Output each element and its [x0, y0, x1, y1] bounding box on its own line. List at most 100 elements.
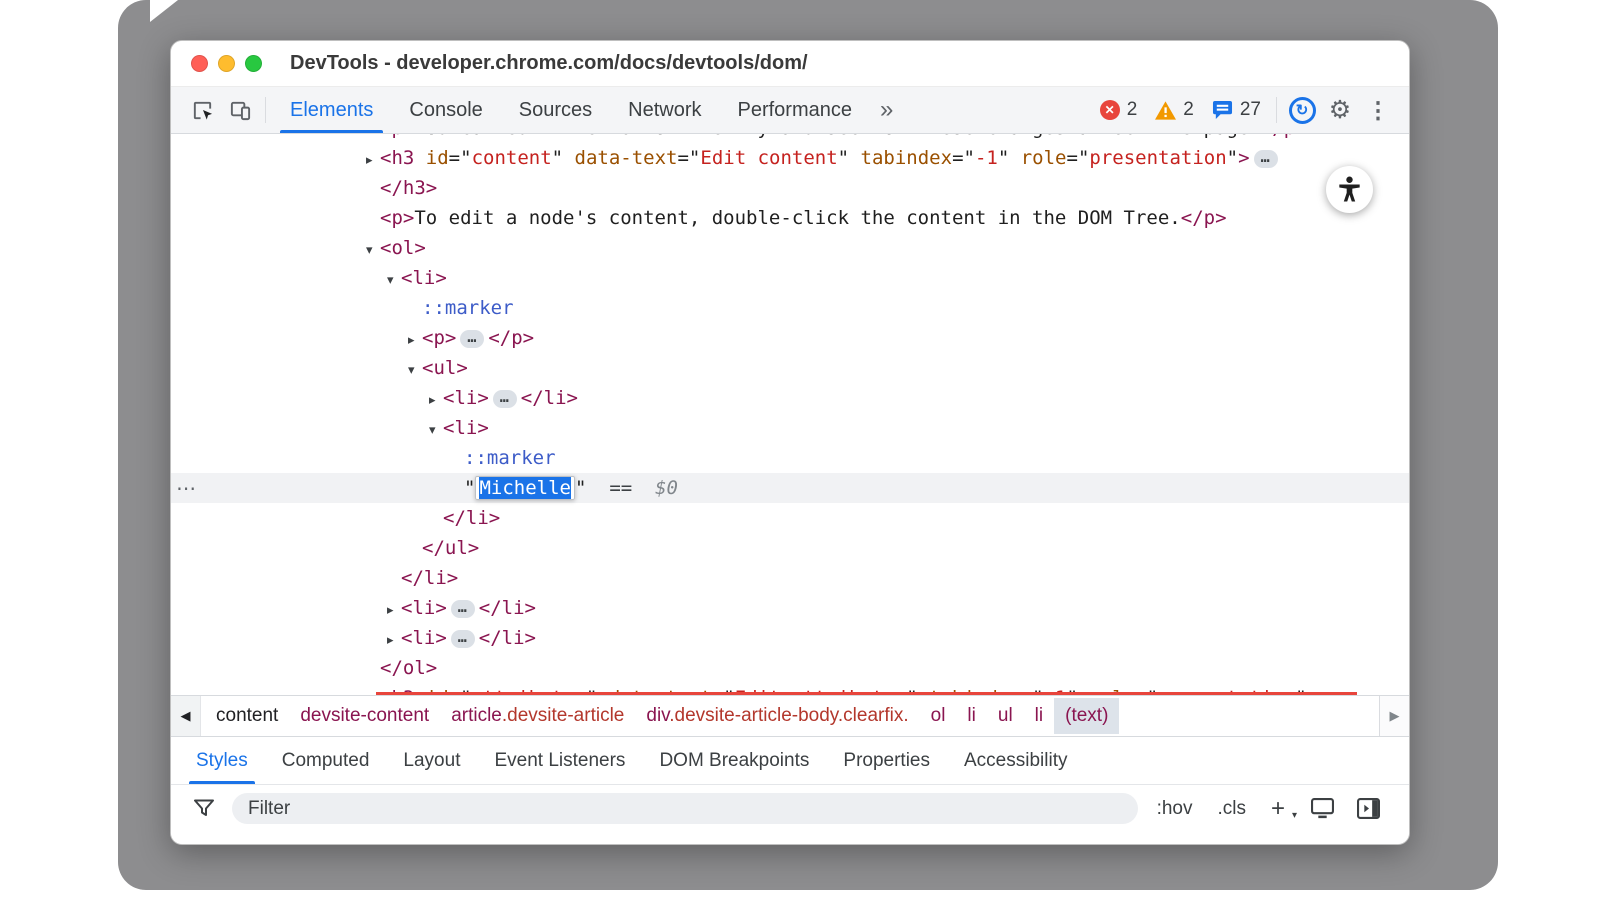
tab-layout[interactable]: Layout	[386, 737, 477, 784]
code-token: ="	[677, 147, 700, 169]
close-window-button[interactable]	[191, 55, 208, 72]
breadcrumb-scroll-left-icon[interactable]: ◀	[171, 696, 201, 736]
breadcrumb-item-div[interactable]: div.devsite-article-body.clearfix.	[635, 698, 919, 734]
code-token: "	[998, 147, 1021, 169]
breadcrumb-item-ol[interactable]: ol	[920, 698, 957, 734]
breadcrumb-item-li[interactable]: li	[956, 698, 986, 734]
dom-tree-node[interactable]: ::marker	[171, 293, 1409, 323]
dom-tree-node[interactable]: ▾<li>	[171, 413, 1409, 443]
collapsed-children-pill[interactable]: …	[451, 600, 475, 618]
toggle-device-toolbar-button[interactable]	[221, 87, 259, 133]
breadcrumb-text: li	[1035, 705, 1043, 726]
main-menu-button[interactable]: ⋮	[1359, 87, 1397, 133]
dom-tree-node[interactable]: ▾<ol>	[171, 233, 1409, 263]
breadcrumb-item-text-selected[interactable]: (text)	[1054, 698, 1119, 734]
error-count-badge[interactable]: ✕ 2	[1091, 87, 1147, 133]
expand-arrow-icon[interactable]: ▸	[408, 326, 422, 356]
dom-tree-node[interactable]: </li>	[171, 563, 1409, 593]
element-classes-button[interactable]: .cls	[1211, 798, 1252, 820]
collapsed-children-pill[interactable]: …	[1254, 150, 1278, 168]
breadcrumb-scroll-right-icon[interactable]: ▶	[1379, 696, 1409, 736]
tab-performance[interactable]: Performance	[720, 87, 871, 133]
expand-arrow-icon[interactable]: ▸	[387, 596, 401, 626]
code-token: <p>	[380, 134, 414, 139]
sync-button[interactable]: ↻	[1283, 87, 1321, 133]
code-token: >	[1238, 147, 1249, 169]
code-token: </li>	[443, 507, 500, 529]
code-token: "	[552, 147, 575, 169]
warning-icon	[1155, 101, 1176, 120]
dock-sidebar-button[interactable]	[1352, 798, 1385, 819]
collapse-arrow-icon[interactable]: ▾	[429, 416, 443, 446]
breadcrumb-item-article[interactable]: article.devsite-article	[440, 698, 635, 734]
dom-tree-node[interactable]: ▸<h3 id="content" data-text="Edit conten…	[171, 143, 1409, 173]
expand-arrow-icon[interactable]: ▸	[429, 386, 443, 416]
code-token: ::marker	[464, 447, 556, 469]
tab-styles[interactable]: Styles	[179, 737, 265, 784]
dom-tree-node[interactable]: ▸<li>…</li>	[171, 623, 1409, 653]
dom-tree-node[interactable]: <p>To edit a node's content, double-clic…	[171, 203, 1409, 233]
code-token: role	[1021, 147, 1067, 169]
tab-accessibility[interactable]: Accessibility	[947, 737, 1084, 784]
settings-button[interactable]: ⚙	[1321, 87, 1359, 133]
toggle-element-state-button[interactable]: :hov	[1151, 798, 1199, 820]
code-token: </ol>	[380, 657, 437, 679]
collapsed-children-pill[interactable]: …	[451, 630, 475, 648]
window-bottom-padding	[171, 832, 1409, 844]
tab-sources[interactable]: Sources	[501, 87, 610, 133]
dom-tree-node[interactable]: ▸<p>…</p>	[171, 323, 1409, 353]
minimize-window-button[interactable]	[218, 55, 235, 72]
collapse-arrow-icon[interactable]: ▾	[387, 266, 401, 296]
breadcrumb-item-ul[interactable]: ul	[987, 698, 1024, 734]
new-style-rule-button[interactable]: + ▾	[1265, 795, 1293, 823]
breadcrumb-item-li2[interactable]: li	[1024, 698, 1054, 734]
code-token: ="	[449, 147, 472, 169]
dom-tree-node[interactable]: </li>	[171, 503, 1409, 533]
dom-tree-node[interactable]: </h3>	[171, 173, 1409, 203]
collapse-arrow-icon[interactable]: ▾	[408, 356, 422, 386]
code-token: To edit a node's content, double-click t…	[414, 207, 1180, 229]
dom-tree-node[interactable]: ▾<li>	[171, 263, 1409, 293]
expand-arrow-icon[interactable]: ▸	[387, 626, 401, 656]
tab-console[interactable]: Console	[391, 87, 500, 133]
dom-tree-node[interactable]: </ul>	[171, 533, 1409, 563]
monitor-icon	[1311, 798, 1334, 819]
code-token: "	[1227, 147, 1238, 169]
dom-tree-selected-node[interactable]: ⋯"Michelle" == $0	[171, 473, 1409, 503]
dom-tree-node[interactable]: <p>You can edit the DOM on the fly and s…	[171, 134, 1409, 143]
inspect-element-button[interactable]	[183, 87, 221, 133]
rendering-emulation-button[interactable]	[1306, 798, 1339, 819]
breadcrumb-item-devsite-content[interactable]: devsite-content	[289, 698, 440, 734]
dom-tree-node[interactable]: </ol>	[171, 653, 1409, 683]
dom-tree-node[interactable]: ▾<ul>	[171, 353, 1409, 383]
tab-computed[interactable]: Computed	[265, 737, 387, 784]
dom-tree-node[interactable]: ▸<li>…</li>	[171, 593, 1409, 623]
dom-tree-node[interactable]: ▸<li>…</li>	[171, 383, 1409, 413]
warning-count-badge[interactable]: 2	[1146, 87, 1203, 133]
code-token: </li>	[521, 387, 578, 409]
tab-network[interactable]: Network	[610, 87, 719, 133]
more-tabs-icon[interactable]: »	[870, 87, 903, 133]
error-count: 2	[1127, 99, 1138, 121]
dock-sidebar-icon	[1357, 798, 1380, 819]
accessibility-overlay-button[interactable]	[1326, 166, 1373, 213]
code-token: <li>	[401, 627, 447, 649]
breadcrumb: content devsite-content article.devsite-…	[201, 696, 1379, 736]
collapse-arrow-icon[interactable]: ▾	[366, 236, 380, 266]
tab-dom-breakpoints[interactable]: DOM Breakpoints	[642, 737, 826, 784]
zoom-window-button[interactable]	[245, 55, 262, 72]
collapsed-children-pill[interactable]: …	[460, 330, 484, 348]
tab-event-listeners[interactable]: Event Listeners	[477, 737, 642, 784]
kebab-menu-icon: ⋮	[1367, 97, 1390, 124]
styles-filter-input[interactable]	[232, 793, 1138, 824]
gutter-overflow-dots-icon[interactable]: ⋯	[176, 473, 197, 503]
collapsed-children-pill[interactable]: …	[493, 390, 517, 408]
breadcrumb-item-content[interactable]: content	[205, 698, 289, 734]
node-text-edit-box[interactable]: Michelle	[475, 476, 575, 500]
expand-arrow-icon[interactable]: ▸	[366, 146, 380, 176]
tab-elements[interactable]: Elements	[272, 87, 391, 133]
tab-properties[interactable]: Properties	[826, 737, 947, 784]
issues-badge[interactable]: 27	[1203, 87, 1270, 133]
breadcrumb-text: li	[967, 705, 975, 726]
dom-tree-node[interactable]: ::marker	[171, 443, 1409, 473]
